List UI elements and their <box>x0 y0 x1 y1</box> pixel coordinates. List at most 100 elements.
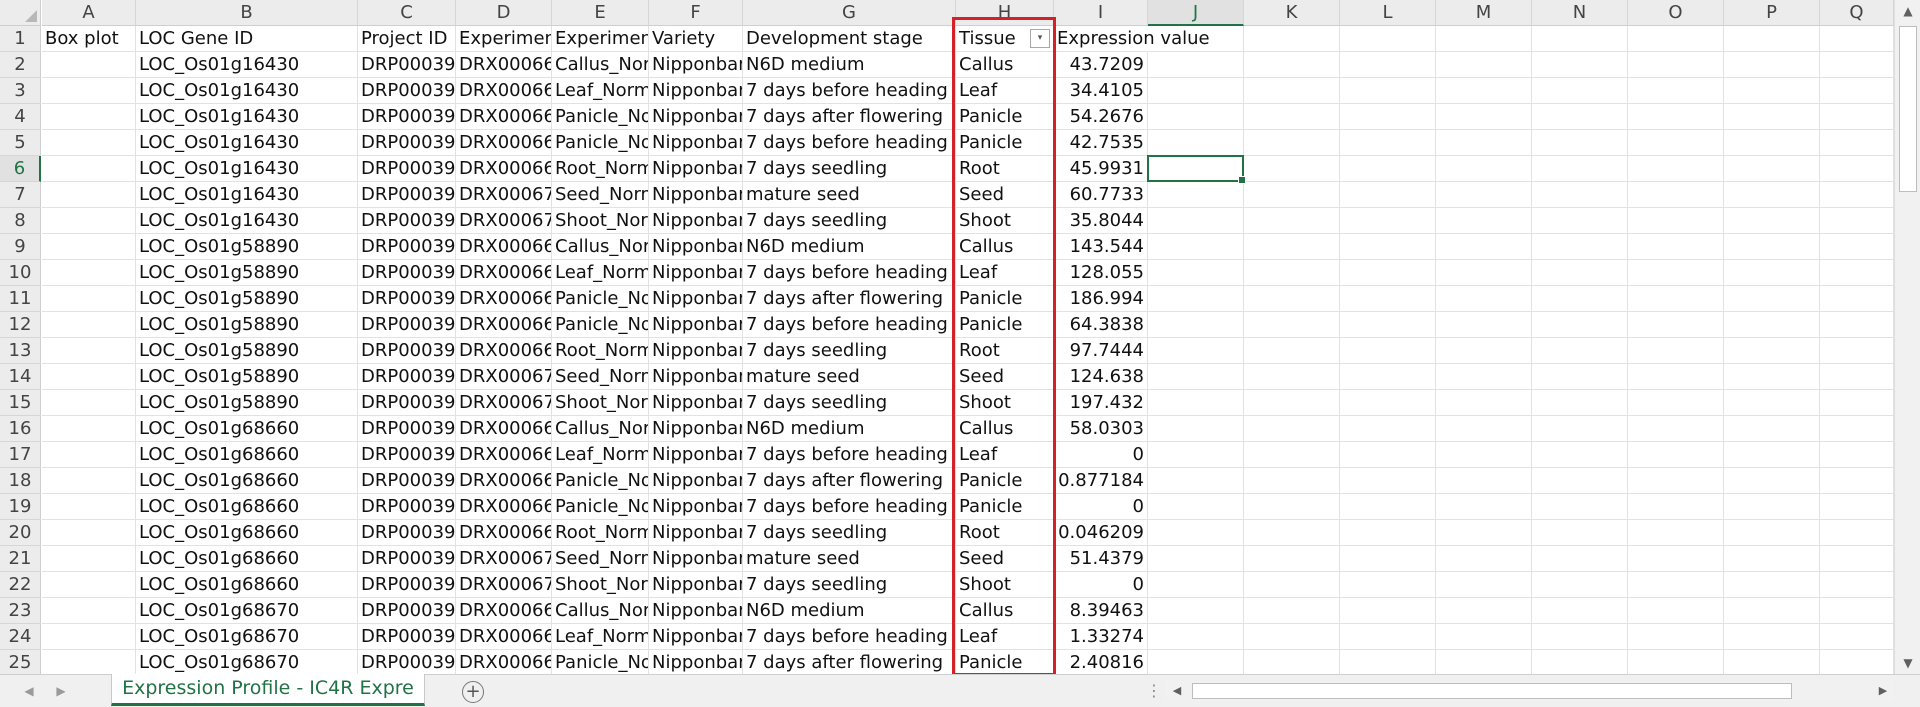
empty-cell[interactable] <box>1148 546 1244 572</box>
project-id-cell[interactable]: DRP00039 <box>358 104 456 130</box>
row-header[interactable]: 14 <box>0 364 41 390</box>
row-header[interactable]: 4 <box>0 104 41 130</box>
project-id-cell[interactable]: DRP00039 <box>358 130 456 156</box>
column-header-j[interactable]: J <box>1148 0 1244 26</box>
variety-cell[interactable]: Nipponbar <box>649 572 743 598</box>
row-header[interactable]: 20 <box>0 520 41 546</box>
expression-value-cell[interactable]: 186.994 <box>1054 286 1148 312</box>
empty-cell[interactable] <box>1244 650 1340 674</box>
empty-cell[interactable] <box>1340 390 1436 416</box>
box-plot-cell[interactable] <box>42 286 136 312</box>
row-header[interactable]: 22 <box>0 572 41 598</box>
empty-cell[interactable] <box>1340 520 1436 546</box>
empty-cell[interactable] <box>1820 650 1894 674</box>
empty-cell[interactable] <box>1148 390 1244 416</box>
expression-value-cell[interactable]: 64.3838 <box>1054 312 1148 338</box>
empty-cell[interactable] <box>1340 546 1436 572</box>
development-stage-cell[interactable]: 7 days seedling <box>743 208 956 234</box>
project-id-cell[interactable]: DRP00039 <box>358 182 456 208</box>
experiment-cell[interactable]: DRX00067 <box>456 390 552 416</box>
gene-id-cell[interactable]: LOC_Os01g68670 <box>136 624 358 650</box>
empty-cell[interactable] <box>1244 624 1340 650</box>
experiment-name-cell[interactable]: Leaf_Norm <box>552 442 649 468</box>
empty-cell[interactable] <box>1436 520 1532 546</box>
variety-cell[interactable]: Nipponbar <box>649 260 743 286</box>
row-header[interactable]: 19 <box>0 494 41 520</box>
header-cell-f[interactable]: Variety <box>649 26 743 52</box>
box-plot-cell[interactable] <box>42 598 136 624</box>
development-stage-cell[interactable]: 7 days before heading <box>743 312 956 338</box>
project-id-cell[interactable]: DRP00039 <box>358 598 456 624</box>
empty-cell[interactable] <box>1340 286 1436 312</box>
empty-cell[interactable] <box>1820 494 1894 520</box>
empty-cell[interactable] <box>1244 416 1340 442</box>
empty-cell[interactable] <box>1532 546 1628 572</box>
box-plot-cell[interactable] <box>42 624 136 650</box>
empty-cell[interactable] <box>1628 234 1724 260</box>
project-id-cell[interactable]: DRP00039 <box>358 624 456 650</box>
gene-id-cell[interactable]: LOC_Os01g58890 <box>136 390 358 416</box>
empty-cell[interactable] <box>1628 572 1724 598</box>
development-stage-cell[interactable]: N6D medium <box>743 234 956 260</box>
empty-cell[interactable] <box>1436 286 1532 312</box>
empty-cell[interactable] <box>1724 390 1820 416</box>
experiment-cell[interactable]: DRX00066 <box>456 312 552 338</box>
variety-cell[interactable]: Nipponbar <box>649 338 743 364</box>
box-plot-cell[interactable] <box>42 416 136 442</box>
gene-id-cell[interactable]: LOC_Os01g68660 <box>136 442 358 468</box>
empty-cell[interactable] <box>1436 546 1532 572</box>
experiment-cell[interactable]: DRX00066 <box>456 52 552 78</box>
row-header[interactable]: 24 <box>0 624 41 650</box>
experiment-cell[interactable]: DRX00066 <box>456 286 552 312</box>
empty-cell[interactable] <box>1436 468 1532 494</box>
expression-value-cell[interactable]: 1.33274 <box>1054 624 1148 650</box>
row-header[interactable]: 10 <box>0 260 41 286</box>
row-header[interactable]: 15 <box>0 390 41 416</box>
expression-value-cell[interactable]: 197.432 <box>1054 390 1148 416</box>
column-header-f[interactable]: F <box>649 0 743 26</box>
empty-cell[interactable] <box>1340 78 1436 104</box>
gene-id-cell[interactable]: LOC_Os01g16430 <box>136 52 358 78</box>
development-stage-cell[interactable]: 7 days before heading to <box>743 260 956 286</box>
empty-cell[interactable] <box>1244 234 1340 260</box>
empty-cell[interactable] <box>1244 130 1340 156</box>
empty-cell[interactable] <box>1436 650 1532 674</box>
row-header[interactable]: 16 <box>0 416 41 442</box>
development-stage-cell[interactable]: mature seed <box>743 546 956 572</box>
development-stage-cell[interactable]: 7 days after flowering <box>743 468 956 494</box>
empty-cell[interactable] <box>1436 572 1532 598</box>
project-id-cell[interactable]: DRP00039 <box>358 572 456 598</box>
empty-cell[interactable] <box>1148 338 1244 364</box>
gene-id-cell[interactable]: LOC_Os01g58890 <box>136 312 358 338</box>
empty-cell[interactable] <box>1148 650 1244 674</box>
empty-cell[interactable] <box>1532 598 1628 624</box>
box-plot-cell[interactable] <box>42 546 136 572</box>
development-stage-cell[interactable]: 7 days seedling <box>743 338 956 364</box>
column-header-e[interactable]: E <box>552 0 649 26</box>
empty-cell[interactable] <box>1148 52 1244 78</box>
header-cell-d[interactable]: Experiment <box>456 26 552 52</box>
empty-cell[interactable] <box>1724 52 1820 78</box>
empty-cell[interactable] <box>1148 260 1244 286</box>
empty-cell[interactable] <box>1244 208 1340 234</box>
empty-cell[interactable] <box>1724 520 1820 546</box>
empty-cell[interactable] <box>1724 312 1820 338</box>
column-header-c[interactable]: C <box>358 0 456 26</box>
box-plot-cell[interactable] <box>42 312 136 338</box>
empty-cell[interactable] <box>1340 650 1436 674</box>
experiment-cell[interactable]: DRX00066 <box>456 338 552 364</box>
variety-cell[interactable]: Nipponbar <box>649 286 743 312</box>
project-id-cell[interactable]: DRP00039 <box>358 468 456 494</box>
gene-id-cell[interactable]: LOC_Os01g58890 <box>136 234 358 260</box>
empty-cell[interactable] <box>1148 312 1244 338</box>
empty-cell[interactable] <box>1820 598 1894 624</box>
empty-cell[interactable] <box>1724 130 1820 156</box>
development-stage-cell[interactable]: 7 days seedling <box>743 156 956 182</box>
experiment-name-cell[interactable]: Leaf_Norm <box>552 624 649 650</box>
project-id-cell[interactable]: DRP00039 <box>358 390 456 416</box>
project-id-cell[interactable]: DRP00039 <box>358 78 456 104</box>
project-id-cell[interactable]: DRP00039 <box>358 416 456 442</box>
empty-cell[interactable] <box>1436 390 1532 416</box>
empty-cell[interactable] <box>1724 650 1820 674</box>
expression-value-cell[interactable]: 51.4379 <box>1054 546 1148 572</box>
